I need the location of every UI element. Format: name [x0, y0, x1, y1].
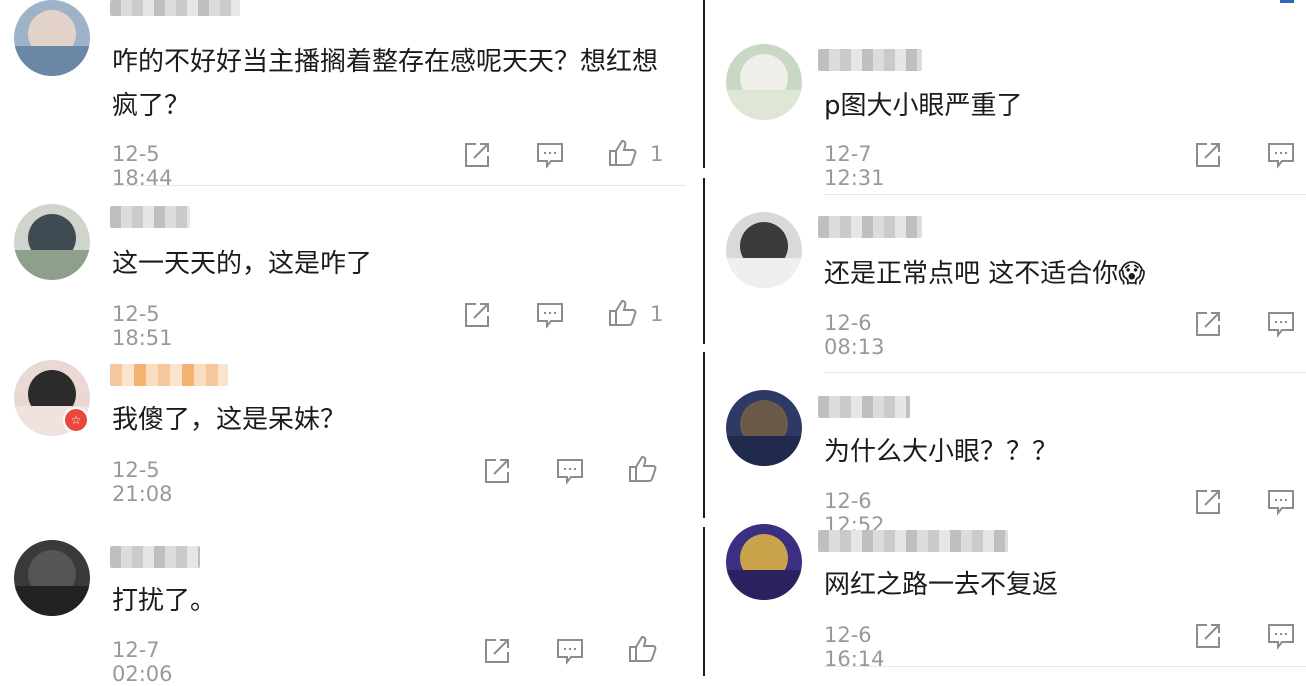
comment-time: 12-6 16:14 — [824, 623, 885, 671]
column-divider — [703, 352, 705, 518]
comment-separator — [824, 372, 1306, 373]
username[interactable] — [818, 396, 910, 418]
username[interactable] — [818, 530, 1008, 552]
thumbs-up-icon[interactable] — [627, 454, 657, 484]
username[interactable] — [110, 364, 228, 386]
column-divider — [703, 178, 705, 344]
comment-separator — [112, 185, 686, 186]
share-icon[interactable] — [482, 456, 512, 486]
share-icon[interactable] — [462, 300, 492, 330]
comment-text: 咋的不好好当主播搁着整存在感呢天天？想红想疯了？ — [112, 47, 659, 121]
avatar[interactable] — [14, 0, 90, 76]
avatar[interactable] — [726, 44, 802, 120]
like-count: 1 — [650, 142, 664, 166]
avatar[interactable] — [726, 524, 802, 600]
comment-separator — [824, 194, 1306, 195]
comment-text: 打扰了。 — [112, 586, 217, 616]
comment-text: 我傻了，这是呆妹？ — [112, 405, 347, 435]
avatar[interactable] — [14, 540, 90, 616]
share-icon[interactable] — [462, 140, 492, 170]
like-count: 1 — [650, 302, 664, 326]
comment-text: 还是正常点吧 这不适合你😱 — [824, 259, 1146, 289]
comment-separator — [824, 666, 1306, 667]
comment-icon[interactable] — [535, 300, 565, 330]
verified-badge-icon: ☆ — [63, 407, 89, 433]
column-divider — [703, 527, 705, 676]
username[interactable] — [110, 0, 240, 16]
username[interactable] — [110, 206, 190, 228]
comment-time: 12-5 18:51 — [112, 302, 173, 350]
share-icon[interactable] — [1193, 309, 1223, 339]
comment-icon[interactable] — [555, 636, 585, 666]
share-icon[interactable] — [1193, 621, 1223, 651]
comment-time: 12-5 18:44 — [112, 142, 173, 190]
comment-text: 这一天天的，这是咋了 — [112, 249, 373, 279]
comment-icon[interactable] — [1266, 309, 1296, 339]
username[interactable] — [110, 546, 200, 568]
scroll-indicator — [1280, 0, 1294, 3]
share-icon[interactable] — [1193, 487, 1223, 517]
share-icon[interactable] — [1193, 140, 1223, 170]
comment-time: 12-7 12:31 — [824, 142, 885, 190]
thumbs-up-icon[interactable] — [607, 138, 637, 168]
avatar[interactable] — [726, 212, 802, 288]
comment-text: p图大小眼严重了 — [824, 91, 1023, 121]
comment-icon[interactable] — [1266, 621, 1296, 651]
comment-icon[interactable] — [555, 456, 585, 486]
comment-time: 12-6 08:13 — [824, 311, 885, 359]
column-divider — [703, 0, 705, 168]
comment-text: 为什么大小眼？？？ — [824, 437, 1059, 467]
avatar[interactable] — [14, 204, 90, 280]
avatar[interactable] — [726, 390, 802, 466]
comment-icon[interactable] — [535, 140, 565, 170]
username[interactable] — [818, 49, 922, 71]
thumbs-up-icon[interactable] — [627, 634, 657, 664]
emoji-icon: 😱 — [1118, 259, 1146, 289]
comment-time: 12-5 21:08 — [112, 458, 173, 506]
thumbs-up-icon[interactable] — [607, 298, 637, 328]
comment-icon[interactable] — [1266, 487, 1296, 517]
comment-text: 网红之路一去不复返 — [824, 570, 1059, 600]
comment-time: 12-7 02:06 — [112, 638, 173, 686]
username[interactable] — [818, 216, 922, 238]
comment-icon[interactable] — [1266, 140, 1296, 170]
share-icon[interactable] — [482, 636, 512, 666]
